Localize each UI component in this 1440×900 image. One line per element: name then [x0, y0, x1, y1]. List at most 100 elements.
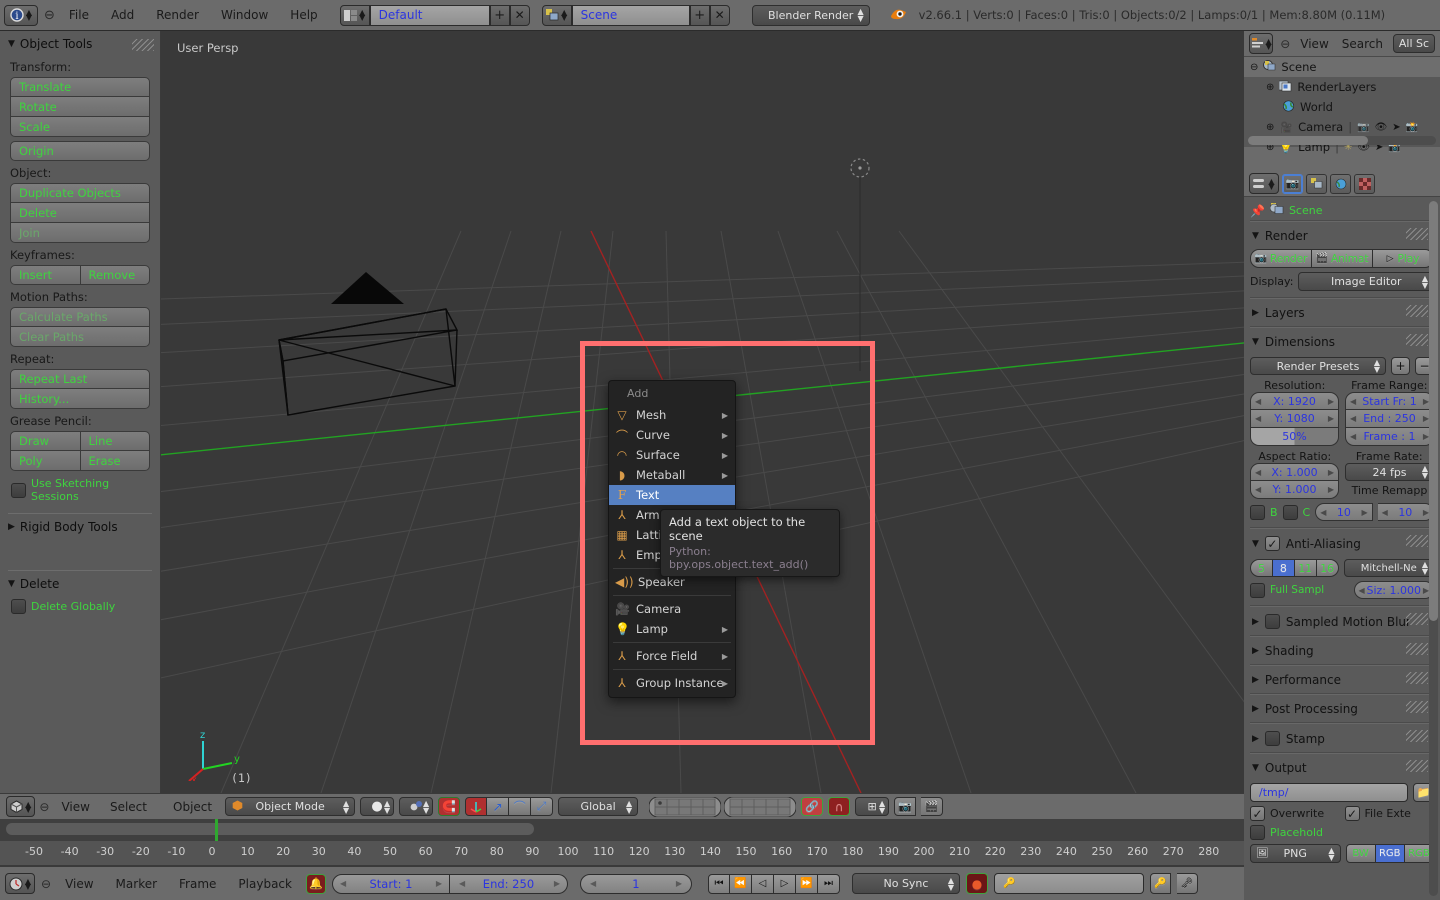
translate-manipulator-icon[interactable] [465, 797, 488, 816]
scrollbar-thumb[interactable] [1429, 201, 1438, 621]
use-sketching-sessions-toggle[interactable]: Use Sketching Sessions [11, 477, 160, 503]
camera-data-icon[interactable]: 📷 [1357, 122, 1369, 133]
outliner-tree[interactable]: ⊖ Scene ⊕ RenderLayers World ⊕ 🎥 Camera [1244, 57, 1440, 154]
menu-file[interactable]: File [61, 6, 97, 24]
end-frame-field[interactable]: ◀ End : 250 ▶ [1345, 410, 1434, 428]
add-layout-button[interactable]: + [489, 4, 510, 26]
layers-block-2[interactable] [724, 796, 797, 817]
play-forwards-icon[interactable]: ▷ [773, 873, 796, 894]
editor-type-spinner[interactable]: ▲ ▼ [26, 9, 32, 22]
start-frame-field[interactable]: ◀ Start Fr: 1 ▶ [1345, 392, 1434, 410]
render-animation-icon[interactable]: 🎬 [921, 797, 944, 816]
full-sample-checkbox-icon[interactable] [1250, 582, 1265, 598]
crop-checkbox-icon[interactable] [1282, 504, 1298, 520]
gp-erase-button[interactable]: Erase [80, 451, 150, 471]
aa-sample-8-button[interactable]: 8 [1272, 559, 1295, 577]
stamp-checkbox-icon[interactable] [1264, 731, 1280, 746]
audio-icon[interactable]: 🔔 [305, 873, 326, 894]
remove-keyframe-button[interactable]: Remove [80, 265, 150, 285]
screen-layout-field[interactable]: Default [369, 4, 490, 26]
aspect-x-field[interactable]: ◀ X: 1.000 ▶ [1250, 463, 1339, 481]
menu-item-lamp[interactable]: 💡 Lamp ▶ [609, 619, 735, 639]
transform-orientation-dropdown[interactable]: Global ▲ ▼ [558, 797, 639, 816]
next-keyframe-icon[interactable]: ⏩ [795, 873, 818, 894]
menu-item-group-instance[interactable]: ⅄ Group Instance ▶ [609, 673, 735, 693]
current-frame-field[interactable]: ◀ 1 ▶ [579, 873, 692, 894]
collapse-menu-icon[interactable]: ⊖ [39, 800, 49, 814]
scene-tab-icon[interactable] [1306, 173, 1327, 194]
proportional-edit-icon[interactable]: 🔗 [801, 797, 824, 816]
repeat-last-button[interactable]: Repeat Last [10, 369, 150, 389]
menu-render[interactable]: Render [148, 6, 207, 24]
properties-vertical-scrollbar[interactable] [1429, 201, 1438, 896]
menu-item-surface[interactable]: ◠ Surface ▶ [609, 445, 735, 465]
aa-sample-5-button[interactable]: 5 [1250, 559, 1273, 577]
scene-spinner[interactable]: ▲ ▼ [561, 9, 567, 22]
record-icon[interactable]: ● [965, 873, 988, 894]
panel-stamp[interactable]: ▶ Stamp [1250, 726, 1434, 750]
menu-item-metaball[interactable]: ◗ Metaball ▶ [609, 465, 735, 485]
remap-new-field[interactable]: ◀ 10 ▶ [1377, 503, 1435, 521]
panel-shading[interactable]: ▶ Shading [1250, 639, 1434, 662]
resolution-x-field[interactable]: ◀ X: 1920 ▶ [1250, 392, 1339, 410]
play-reverse-icon[interactable]: ⏪ [729, 873, 752, 894]
menu-item-force-field[interactable]: ⅄ Force Field ▶ [609, 646, 735, 666]
gp-draw-button[interactable]: Draw [10, 431, 81, 451]
scene-browse-icon[interactable]: ▲ ▼ [541, 4, 572, 26]
panel-delete[interactable]: ▼ Delete [0, 39, 160, 595]
aa-sample-16-button[interactable]: 16 [1316, 559, 1339, 577]
expander-minus-icon[interactable]: ⊖ [1250, 62, 1258, 73]
snap-element-dropdown[interactable]: ⊞ ▲ ▼ [855, 797, 890, 816]
panel-output[interactable]: ▼ Output [1250, 756, 1434, 779]
panel-layers[interactable]: ▶ Layers [1250, 301, 1434, 324]
render-tab-icon[interactable]: 📷 [1282, 173, 1303, 194]
jump-start-icon[interactable]: ⏮ [707, 873, 730, 894]
collapse-menu-icon[interactable]: ⊖ [1280, 37, 1290, 51]
restrict-render-icon[interactable]: 📸 [1406, 122, 1418, 133]
join-button[interactable]: Join [10, 223, 150, 243]
calculate-paths-button[interactable]: Calculate Paths [10, 307, 150, 327]
layout-spinner[interactable]: ▲ ▼ [359, 9, 365, 22]
outliner-row-renderlayers[interactable]: ⊕ RenderLayers [1244, 77, 1440, 97]
expander-plus-icon[interactable]: ⊕ [1266, 82, 1274, 93]
frame-rate-dropdown[interactable]: 24 fps ▲ ▼ [1345, 463, 1434, 481]
viewport-shading-dropdown[interactable]: ● ▲ ▼ [360, 797, 395, 816]
insert-keyframe-button[interactable]: Insert [10, 265, 81, 285]
rotate-button[interactable]: Rotate [10, 97, 150, 117]
origin-button[interactable]: Origin [10, 141, 150, 161]
panel-post-processing[interactable]: ▶ Post Processing [1250, 697, 1434, 720]
delete-keyframe-icon[interactable]: 🗝 [1176, 873, 1198, 894]
scale-manipulator-icon[interactable]: ⤢ [531, 797, 554, 816]
3d-view-editor-icon[interactable]: ▲ ▼ [6, 796, 36, 817]
render-presets-dropdown[interactable]: Render Presets ▲ ▼ [1250, 357, 1386, 375]
aa-filter-dropdown[interactable]: Mitchell-Ne ▲ ▼ [1343, 559, 1434, 577]
panel-dimensions[interactable]: ▼ Dimensions [1250, 330, 1434, 353]
render-engine-dropdown[interactable]: Blender Render ▲ ▼ [751, 4, 870, 26]
sketching-checkbox-icon[interactable] [11, 482, 26, 498]
motion-blur-checkbox-icon[interactable] [1264, 614, 1280, 629]
properties-editor-icon[interactable]: ▲ ▼ [1249, 173, 1279, 194]
world-tab-icon[interactable] [1330, 173, 1351, 194]
render-image-button[interactable]: 📷 Render [1250, 249, 1312, 268]
insert-keyframe-icon[interactable]: 🔑 [1149, 873, 1171, 894]
history-button[interactable]: History... [10, 389, 150, 409]
render-image-icon[interactable]: 📷 [894, 797, 917, 816]
keying-set-field[interactable]: 🔑 [993, 873, 1144, 894]
jump-end-icon[interactable]: ⏭ [817, 873, 840, 894]
scene-layers-grid[interactable] [649, 796, 797, 817]
viewport-menu-object[interactable]: Object [165, 798, 220, 816]
menu-item-mesh[interactable]: ▽ Mesh ▶ [609, 405, 735, 425]
outliner-horizontal-scrollbar[interactable] [1248, 136, 1436, 145]
sync-mode-dropdown[interactable]: No Sync ▲ ▼ [851, 873, 960, 894]
viewport-menu-view[interactable]: View [53, 798, 97, 816]
editor-type-spinner[interactable]: ▲ ▼ [25, 877, 31, 890]
aa-size-field[interactable]: ◀ Siz: 1.000 ▶ [1353, 581, 1434, 599]
outliner-editor-icon[interactable]: ▲ ▼ [1249, 33, 1274, 54]
add-preset-button[interactable]: + [1391, 357, 1410, 375]
file-extensions-checkbox-icon[interactable]: ✓ [1344, 806, 1360, 821]
collapse-menu-icon[interactable]: ⊖ [41, 877, 51, 891]
end-frame-field[interactable]: ◀ End: 250 ▶ [449, 873, 568, 894]
pivot-point-dropdown[interactable]: ▲ ▼ [399, 797, 434, 816]
panel-render[interactable]: ▼ Render [1250, 224, 1434, 247]
resolution-y-field[interactable]: ◀ Y: 1080 ▶ [1250, 410, 1339, 428]
